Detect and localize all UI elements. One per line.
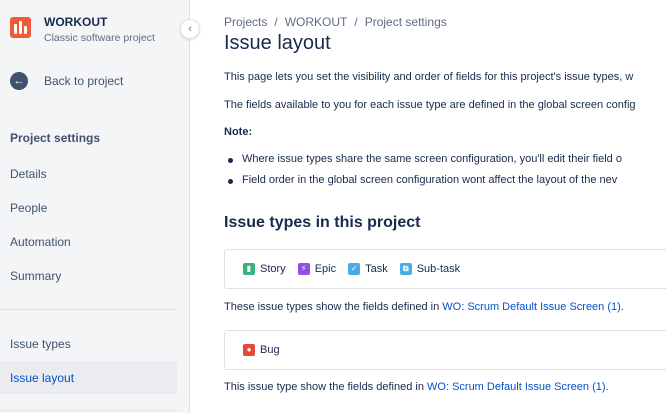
screen-link[interactable]: WO: Scrum Default Issue Screen (1) xyxy=(427,381,606,393)
description-suffix: . xyxy=(605,381,609,393)
sidebar-divider xyxy=(0,410,177,411)
intro-paragraph-fields: The fields available to you for each iss… xyxy=(224,99,636,111)
project-name: WORKOUT xyxy=(44,15,108,29)
page-title: Issue layout xyxy=(224,32,331,54)
project-settings-heading: Project settings xyxy=(10,131,101,145)
collapse-sidebar-button[interactable]: ‹ xyxy=(180,19,200,39)
issue-type-group[interactable]: ● Bug xyxy=(224,330,666,370)
description-suffix: . xyxy=(620,301,624,313)
sidebar-item-details[interactable]: Details xyxy=(0,157,177,190)
sidebar-item-label: Details xyxy=(10,166,47,181)
intro-paragraph: This page lets you set the visibility an… xyxy=(224,71,634,83)
sidebar-item-automation[interactable]: Automation xyxy=(0,225,177,258)
sidebar-item-label: People xyxy=(10,200,48,215)
issue-type-label: Story xyxy=(260,263,286,275)
sidebar-item-summary[interactable]: Summary xyxy=(0,259,177,292)
epic-icon: ⚡ xyxy=(297,263,310,275)
note-bullet: Where issue types share the same screen … xyxy=(228,153,622,165)
issue-type-story: ▮ Story xyxy=(243,263,286,275)
chevron-left-icon: ‹ xyxy=(188,23,192,35)
back-to-project-link[interactable]: ← Back to project xyxy=(10,71,123,91)
issue-type-label: Bug xyxy=(260,344,280,356)
story-icon: ▮ xyxy=(243,263,255,275)
issue-type-subtask: ⧉ Sub-task xyxy=(399,263,461,275)
issue-type-task: ✓ Task xyxy=(348,263,388,275)
main-content: Projects / WORKOUT / Project settings Issue … xyxy=(224,0,666,413)
breadcrumb-project[interactable]: WORKOUT xyxy=(285,15,348,29)
bug-icon: ● xyxy=(243,344,255,356)
project-avatar-icon xyxy=(10,17,31,38)
project-type: Classic software project xyxy=(44,32,155,44)
arrow-left-icon: ← xyxy=(10,72,28,90)
note-bullet: Field order in the global screen configu… xyxy=(227,174,618,186)
issue-type-group-description: This issue type show the fields defined … xyxy=(224,381,609,393)
sidebar-item-label: Issue types xyxy=(10,336,71,351)
sidebar-item-label: Summary xyxy=(10,268,62,283)
issue-type-epic: ⚡ Epic xyxy=(297,263,337,275)
breadcrumb-separator: / xyxy=(274,15,278,29)
back-to-project-label: Back to project xyxy=(44,74,124,88)
task-icon: ✓ xyxy=(348,263,361,275)
sidebar-divider xyxy=(0,309,177,310)
issue-type-label: Epic xyxy=(314,263,337,275)
description-text: These issue types show the fields define… xyxy=(224,301,443,313)
project-header[interactable]: WORKOUT Classic software project xyxy=(10,15,155,45)
issue-type-bug: ● Bug xyxy=(243,344,280,356)
issue-type-label: Task xyxy=(365,263,388,275)
breadcrumb-project-settings[interactable]: Project settings xyxy=(365,15,447,29)
sidebar-item-issue-layout[interactable]: Issue layout xyxy=(0,361,177,394)
sidebar-item-label: Automation xyxy=(10,234,71,249)
sidebar-item-people[interactable]: People xyxy=(0,191,177,224)
issue-type-label: Sub-task xyxy=(416,263,461,275)
issue-type-group-description: These issue types show the fields define… xyxy=(224,301,624,313)
note-label: Note: xyxy=(224,126,253,138)
sidebar-item-issue-types[interactable]: Issue types xyxy=(0,327,177,360)
breadcrumb-separator: / xyxy=(354,15,358,29)
breadcrumb-projects[interactable]: Projects xyxy=(224,15,267,29)
issue-type-group[interactable]: ▮ Story ⚡ Epic ✓ Task ⧉ Sub-task xyxy=(224,249,666,289)
project-sidebar: WORKOUT Classic software project ← Back … xyxy=(0,0,190,413)
screen-link[interactable]: WO: Scrum Default Issue Screen (1) xyxy=(442,301,621,313)
sidebar-item-label: Issue layout xyxy=(10,370,75,385)
breadcrumb: Projects / WORKOUT / Project settings xyxy=(224,15,447,29)
subtask-icon: ⧉ xyxy=(399,263,412,275)
issue-types-heading: Issue types in this project xyxy=(224,214,421,231)
description-text: This issue type show the fields defined … xyxy=(224,381,428,393)
